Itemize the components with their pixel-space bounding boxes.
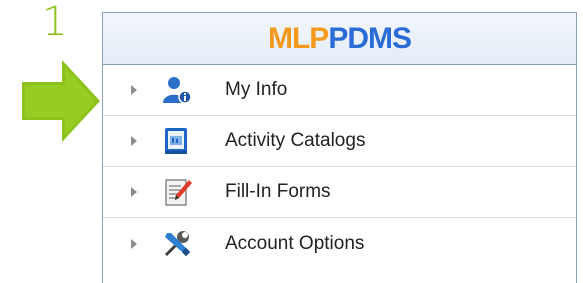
expand-arrow-icon[interactable] <box>131 85 137 95</box>
menu-item-label: Fill-In Forms <box>225 181 331 202</box>
menu-item-account-options[interactable]: Account Options <box>103 218 576 269</box>
mlppdms-logo: MLPPDMS <box>267 21 412 56</box>
menu-item-activity-catalogs[interactable]: Activity Catalogs <box>103 116 576 167</box>
menu-item-label: My Info <box>225 79 288 100</box>
logo-pdms-text: PDMS <box>328 21 412 55</box>
logo-mlp-text: MLP <box>267 21 329 55</box>
expand-arrow-icon[interactable] <box>131 187 137 197</box>
catalog-icon <box>165 128 187 154</box>
menu-item-my-info[interactable]: My Info <box>103 65 576 116</box>
tools-icon <box>165 230 191 256</box>
menu-item-label: Account Options <box>225 232 365 254</box>
expand-arrow-icon[interactable] <box>131 238 137 249</box>
expand-arrow-icon[interactable] <box>131 136 137 146</box>
pointer-arrow-icon <box>22 60 100 142</box>
form-edit-icon <box>165 179 192 206</box>
menu-item-fill-in-forms[interactable]: Fill-In Forms <box>103 167 576 218</box>
user-info-icon <box>163 77 192 104</box>
panel-header: MLPPDMS <box>103 13 576 65</box>
step-number: 1 <box>42 0 68 45</box>
navigation-panel: MLPPDMS My Info Activity Catalogs Fill-I… <box>102 12 577 283</box>
menu-item-label: Activity Catalogs <box>225 130 366 151</box>
